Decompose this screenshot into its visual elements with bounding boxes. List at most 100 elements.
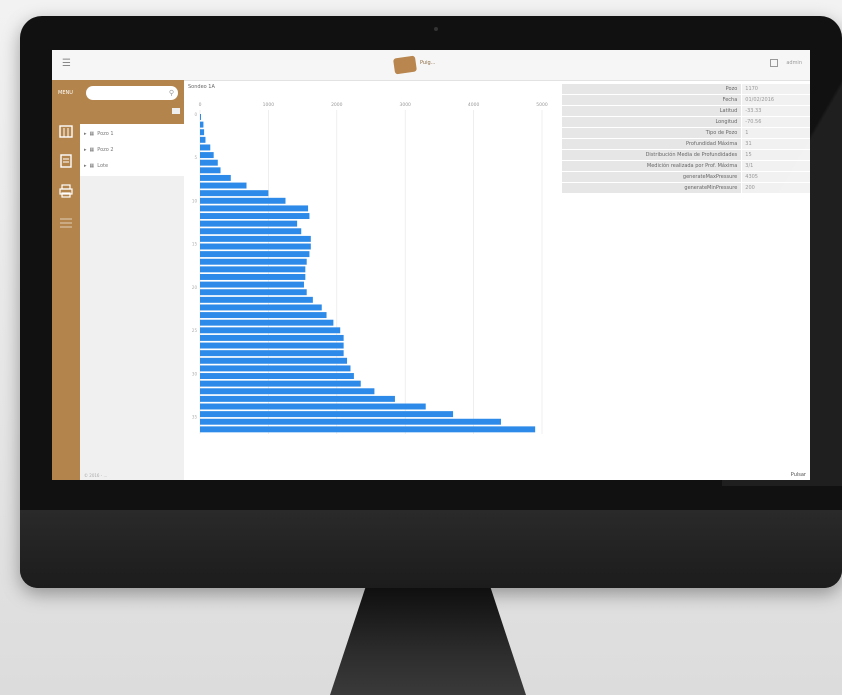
info-value: 01/02/2016 — [742, 95, 810, 105]
y-tick-label: 10 — [192, 198, 198, 203]
info-key: Tipo de Pozo — [562, 128, 742, 138]
info-row: Pozo 1170 — [562, 84, 810, 94]
bar[interactable] — [200, 418, 501, 425]
status-text: Pulsar — [790, 472, 806, 478]
info-value: 1170 — [742, 84, 810, 94]
info-row: generateMinPressure 200 — [562, 183, 810, 193]
bar[interactable] — [200, 228, 302, 235]
bar[interactable] — [200, 182, 247, 189]
folder-icon: ▦ — [89, 131, 95, 137]
printer-icon[interactable] — [59, 184, 73, 198]
bar[interactable] — [200, 251, 310, 258]
tree-item[interactable]: ▸ ▦ Lote — [84, 160, 108, 172]
bar[interactable] — [200, 174, 231, 181]
hamburger-menu-icon[interactable]: ☰ — [62, 59, 74, 69]
info-row: Latitud -33.33 — [562, 106, 810, 116]
bar[interactable] — [200, 152, 214, 159]
info-row: Tipo de Pozo 1 — [562, 128, 810, 138]
panel-toggle-button[interactable] — [172, 108, 180, 114]
info-value: 3/1 — [742, 161, 810, 171]
bar[interactable] — [200, 296, 313, 303]
bar[interactable] — [200, 357, 348, 364]
tree-list: ▸ ▦ Pozo 1 ▸ ▦ Pozo 2 ▸ ▦ Lote — [80, 124, 184, 176]
tree-item[interactable]: ▸ ▦ Pozo 1 — [84, 128, 114, 140]
y-tick-label: 20 — [192, 285, 198, 290]
bar[interactable] — [200, 220, 298, 227]
top-right-controls: admin — [770, 59, 802, 67]
expand-icon[interactable]: ▸ — [84, 163, 87, 169]
footer-text: © 2016 - ... — [84, 473, 108, 478]
app-logo[interactable]: Puig... — [392, 54, 456, 76]
bar[interactable] — [200, 380, 361, 387]
info-value: 31 — [742, 139, 810, 149]
bar[interactable] — [200, 213, 310, 219]
bar[interactable] — [200, 205, 309, 212]
y-tick-label: 30 — [192, 371, 198, 376]
bar[interactable] — [200, 334, 344, 341]
monitor-stand — [330, 588, 526, 695]
info-key: Latitud — [562, 106, 742, 116]
monitor: ☰ Puig... admin MENU ⚲ ▸ ▦ Pozo 1 ▸ ▦ Po… — [20, 16, 842, 588]
user-label[interactable]: admin — [786, 60, 802, 66]
bar[interactable] — [200, 258, 307, 265]
bar[interactable] — [200, 235, 311, 242]
bar[interactable] — [200, 411, 454, 418]
search-input[interactable] — [86, 86, 178, 100]
bar[interactable] — [200, 159, 218, 166]
bar[interactable] — [200, 312, 327, 319]
bar[interactable] — [200, 327, 341, 334]
y-tick-label: 0 — [194, 112, 197, 117]
bar[interactable] — [200, 395, 395, 402]
y-tick-label: 15 — [192, 242, 198, 247]
y-tick-label: 25 — [192, 328, 198, 333]
bar[interactable] — [200, 426, 536, 433]
bar[interactable] — [200, 388, 375, 395]
camera-dot — [434, 27, 438, 31]
bar[interactable] — [200, 373, 354, 379]
info-value: 15 — [742, 150, 810, 160]
chart-area: Sondeo 1A 0 1000 2000 3000 4000 5000 0 5 10 15 20 2… — [186, 84, 556, 446]
bar[interactable] — [200, 129, 205, 136]
info-key: generateMinPressure — [562, 183, 742, 193]
search-icon[interactable]: ⚲ — [169, 89, 174, 97]
expand-icon[interactable]: ▸ — [84, 131, 87, 137]
bar[interactable] — [200, 167, 221, 174]
bar[interactable] — [200, 403, 426, 410]
expand-icon[interactable]: ▸ — [84, 147, 87, 153]
bar[interactable] — [200, 243, 311, 250]
screen: ☰ Puig... admin MENU ⚲ ▸ ▦ Pozo 1 ▸ ▦ Po… — [52, 50, 810, 480]
list-icon[interactable] — [59, 216, 73, 230]
info-key: Medición realizada por Prof. Máxima — [562, 161, 742, 171]
bar[interactable] — [200, 281, 304, 288]
bar[interactable] — [200, 350, 344, 357]
bar[interactable] — [200, 266, 306, 273]
tree-item[interactable]: ▸ ▦ Pozo 2 — [84, 144, 114, 156]
bar[interactable] — [200, 197, 286, 204]
bar[interactable] — [200, 136, 206, 143]
logo-text: Puig... — [420, 60, 436, 66]
bar[interactable] — [200, 121, 204, 128]
bar[interactable] — [200, 144, 211, 151]
info-key: Pozo — [562, 84, 742, 94]
info-row: Fecha 01/02/2016 — [562, 95, 810, 105]
calendar-icon[interactable] — [59, 124, 73, 138]
bar[interactable] — [200, 304, 322, 311]
info-row: Longitud -70.56 — [562, 117, 810, 127]
bar[interactable] — [200, 190, 269, 197]
bar[interactable] — [200, 289, 307, 296]
notification-icon[interactable] — [770, 59, 779, 67]
x-tick-label: 1000 — [263, 102, 275, 108]
info-row: Distribución Media de Profundidades 15 — [562, 150, 810, 160]
bar[interactable] — [200, 114, 201, 120]
bar[interactable] — [200, 319, 334, 326]
x-tick-label: 4000 — [468, 102, 480, 108]
bar[interactable] — [200, 274, 306, 280]
info-table: Pozo 1170 Fecha 01/02/2016 Latitud -33.33 Long… — [562, 84, 810, 194]
menu-label: MENU — [58, 90, 73, 96]
document-icon[interactable] — [59, 154, 73, 168]
chart-title: Sondeo 1A — [188, 84, 215, 90]
bar[interactable] — [200, 342, 344, 349]
bar[interactable] — [200, 365, 351, 372]
info-key: Profundidad Máxima — [562, 139, 742, 149]
tree-item-label: Lote — [97, 163, 109, 169]
